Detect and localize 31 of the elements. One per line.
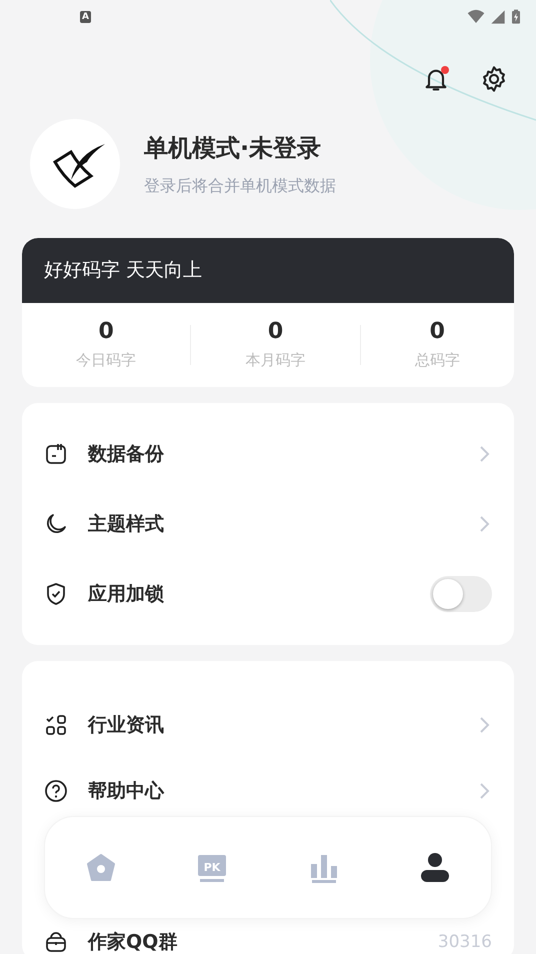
help-icon [44, 779, 68, 804]
stat-value: 0 [268, 318, 284, 345]
slogan-banner: 好好码字 天天向上 [22, 238, 514, 302]
menu-label: 帮助中心 [88, 779, 164, 804]
menu-item[interactable]: 行业资讯 [22, 697, 514, 754]
grid-icon [44, 713, 68, 738]
menu-label: 数据备份 [88, 442, 164, 468]
person-icon [419, 852, 452, 884]
menu-item[interactable]: 应用加锁 [22, 559, 514, 630]
login-hint: 登录后将合并单机模式数据 [144, 175, 336, 197]
stat-label: 本月码字 [245, 350, 306, 371]
signal-icon [490, 9, 506, 25]
menu-label: 行业资讯 [88, 713, 164, 738]
stat-value: 0 [430, 318, 445, 345]
backup-icon [44, 442, 68, 466]
stat-value: 0 [98, 318, 114, 345]
bag-icon [44, 930, 68, 954]
menu-label: 作家QQ群 [88, 930, 178, 954]
menu-label: 主题样式 [88, 512, 164, 538]
shield-icon [44, 582, 68, 606]
menu-item[interactable]: 主题样式 [22, 489, 514, 560]
menu-item[interactable]: 数据备份 [22, 419, 514, 490]
home-icon [84, 852, 117, 884]
stat-label: 今日码字 [76, 350, 136, 371]
menu-label: 应用加锁 [88, 582, 164, 608]
toggle-switch[interactable] [430, 576, 492, 612]
menu-item[interactable]: 帮助中心 [22, 763, 514, 820]
keyboard-icon: A [80, 11, 91, 23]
stat-label: 总码字 [414, 350, 460, 371]
profile-name: 单机模式·未登录 [144, 133, 322, 164]
settings-icon [480, 65, 508, 93]
